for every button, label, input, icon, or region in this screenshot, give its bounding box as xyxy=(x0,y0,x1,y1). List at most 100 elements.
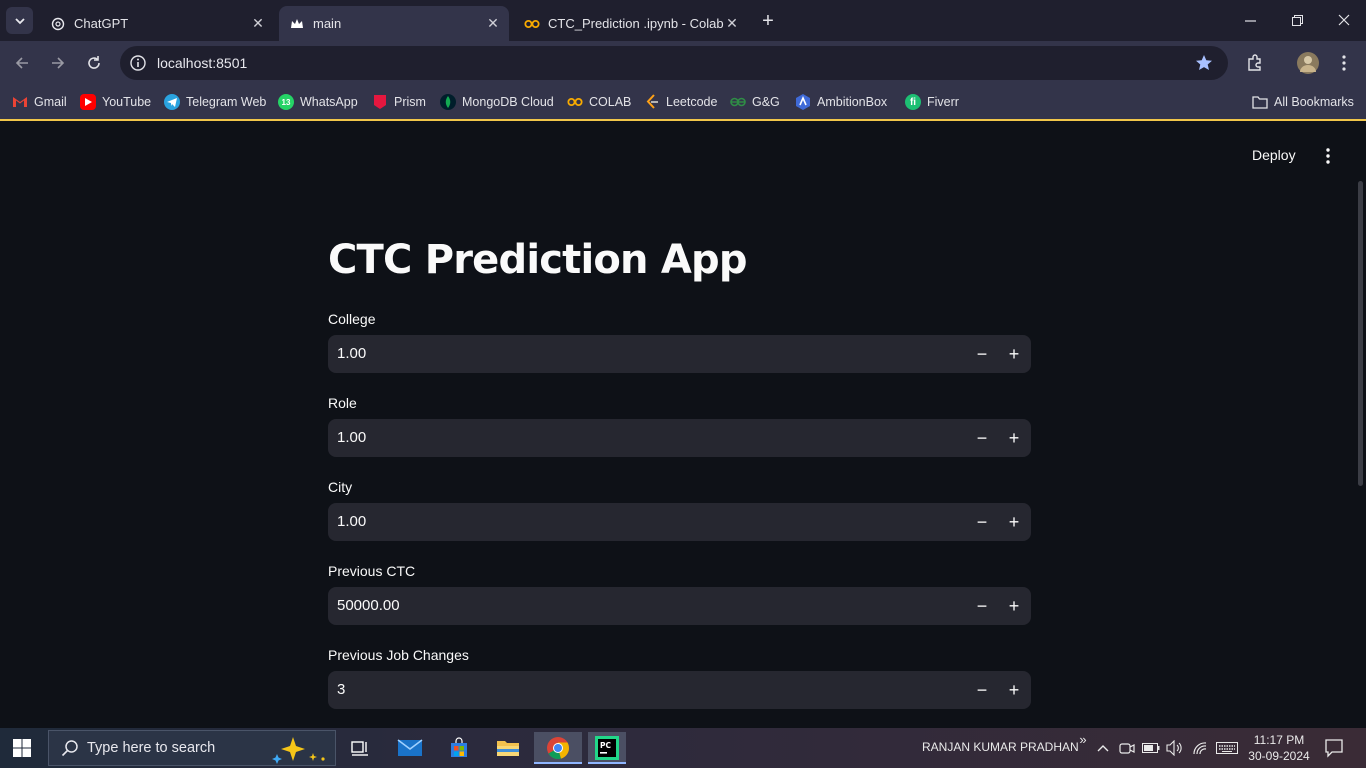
bookmark-telegram[interactable]: Telegram Web xyxy=(164,92,266,112)
gfg-icon xyxy=(730,94,746,110)
fiverr-icon: fi xyxy=(905,94,921,110)
bookmark-leetcode[interactable]: Leetcode xyxy=(644,92,717,112)
file-explorer-icon[interactable] xyxy=(491,732,525,764)
role-number-input[interactable]: 1.00 − + xyxy=(328,419,1031,457)
previous-job-changes-number-input[interactable]: 3 − + xyxy=(328,671,1031,709)
all-bookmarks-button[interactable]: All Bookmarks xyxy=(1252,92,1354,112)
previous-ctc-decrement-button[interactable]: − xyxy=(970,594,994,618)
tab-title: CTC_Prediction .ipynb - Colab xyxy=(548,16,724,31)
college-number-input[interactable]: 1.00 − + xyxy=(328,335,1031,373)
tab-colab[interactable]: CTC_Prediction .ipynb - Colab ✕ xyxy=(514,6,748,41)
restore-window-icon[interactable] xyxy=(1283,8,1311,32)
site-info-icon[interactable] xyxy=(129,54,147,72)
network-wifi-icon[interactable] xyxy=(1191,739,1209,757)
search-icon xyxy=(61,739,79,757)
clock-time: 11:17 PM xyxy=(1253,733,1305,747)
extensions-puzzle-icon[interactable] xyxy=(1244,52,1266,74)
city-decrement-button[interactable]: − xyxy=(970,510,994,534)
bookmarks-bar: Gmail YouTube Telegram Web 13 WhatsApp P… xyxy=(0,85,1366,121)
bookmark-star-icon[interactable] xyxy=(1194,53,1214,73)
minimize-window-icon[interactable] xyxy=(1236,8,1264,32)
youtube-icon xyxy=(80,94,96,110)
city-number-input[interactable]: 1.00 − + xyxy=(328,503,1031,541)
show-hidden-icons-chevron-up-icon[interactable] xyxy=(1094,739,1112,757)
url-text[interactable]: localhost:8501 xyxy=(157,55,247,71)
previous-job-changes-value[interactable]: 3 xyxy=(337,681,345,698)
prism-icon xyxy=(372,94,388,110)
notification-center-icon[interactable] xyxy=(1324,738,1344,758)
chrome-taskbar-icon[interactable] xyxy=(534,732,582,764)
app-menu-icon[interactable] xyxy=(1318,145,1338,167)
close-tab-icon[interactable]: ✕ xyxy=(724,15,740,31)
user-name-label: RANJAN KUMAR PRADHAN xyxy=(922,740,1079,754)
task-view-icon[interactable] xyxy=(343,732,377,764)
tab-search-button[interactable] xyxy=(6,7,33,34)
overflow-chevron-label[interactable]: » xyxy=(1074,730,1092,748)
close-tab-icon[interactable]: ✕ xyxy=(250,15,266,31)
page-title: CTC Prediction App xyxy=(328,237,747,283)
city-label: City xyxy=(328,479,353,495)
browser-tab-strip: ChatGPT ✕ main ✕ CTC_Prediction .ipynb -… xyxy=(0,0,1366,41)
reload-icon[interactable] xyxy=(82,51,106,75)
telegram-icon xyxy=(164,94,180,110)
previous-ctc-value[interactable]: 50000.00 xyxy=(337,597,400,614)
search-placeholder: Type here to search xyxy=(87,740,216,756)
bookmark-whatsapp[interactable]: 13 WhatsApp xyxy=(278,92,358,112)
close-window-icon[interactable] xyxy=(1330,8,1358,32)
chatgpt-icon xyxy=(50,16,66,32)
tab-chatgpt[interactable]: ChatGPT ✕ xyxy=(40,6,274,41)
taskbar-search-box[interactable]: Type here to search xyxy=(48,730,336,766)
profile-avatar[interactable] xyxy=(1297,52,1319,74)
role-increment-button[interactable]: + xyxy=(1002,426,1026,450)
mail-icon[interactable] xyxy=(393,732,427,764)
volume-icon[interactable] xyxy=(1166,739,1184,757)
college-label: College xyxy=(328,311,376,327)
mongodb-icon xyxy=(440,94,456,110)
role-label: Role xyxy=(328,395,357,411)
system-clock[interactable]: 11:17 PM 30-09-2024 xyxy=(1246,732,1312,764)
college-decrement-button[interactable]: − xyxy=(970,342,994,366)
tab-main[interactable]: main ✕ xyxy=(279,6,509,41)
role-value[interactable]: 1.00 xyxy=(337,429,366,446)
copilot-sparkle-icon xyxy=(269,734,327,764)
previous-job-changes-increment-button[interactable]: + xyxy=(1002,678,1026,702)
leetcode-icon xyxy=(644,94,660,110)
keyboard-layout-icon[interactable] xyxy=(1215,739,1239,757)
bookmark-youtube[interactable]: YouTube xyxy=(80,92,151,112)
bookmark-colab[interactable]: COLAB xyxy=(567,92,631,112)
microsoft-store-icon[interactable] xyxy=(442,732,476,764)
meet-now-icon[interactable] xyxy=(1118,739,1136,757)
tab-title: main xyxy=(313,16,342,31)
city-value[interactable]: 1.00 xyxy=(337,513,366,530)
forward-arrow-icon[interactable] xyxy=(46,51,70,75)
page-scrollbar[interactable] xyxy=(1358,181,1363,486)
deploy-button[interactable]: Deploy xyxy=(1252,147,1296,163)
bookmark-fiverr[interactable]: fi Fiverr xyxy=(905,92,959,112)
role-decrement-button[interactable]: − xyxy=(970,426,994,450)
back-arrow-icon[interactable] xyxy=(10,51,34,75)
college-value[interactable]: 1.00 xyxy=(337,345,366,362)
svg-text:PC: PC xyxy=(600,741,611,750)
close-tab-icon[interactable]: ✕ xyxy=(485,15,501,31)
bookmark-gmail[interactable]: Gmail xyxy=(12,92,67,112)
new-tab-button[interactable]: + xyxy=(757,10,779,32)
college-increment-button[interactable]: + xyxy=(1002,342,1026,366)
windows-start-icon[interactable] xyxy=(12,738,34,760)
previous-ctc-increment-button[interactable]: + xyxy=(1002,594,1026,618)
battery-icon[interactable] xyxy=(1142,739,1160,757)
bookmark-prism[interactable]: Prism xyxy=(372,92,426,112)
address-bar[interactable]: localhost:8501 xyxy=(120,46,1228,80)
city-increment-button[interactable]: + xyxy=(1002,510,1026,534)
chevron-down-icon xyxy=(14,17,25,24)
colab-icon xyxy=(567,94,583,110)
pycharm-taskbar-icon[interactable]: PC xyxy=(588,732,626,764)
streamlit-app: Deploy CTC Prediction App College 1.00 −… xyxy=(0,123,1366,728)
bookmark-mongodb[interactable]: MongoDB Cloud xyxy=(440,92,554,112)
bookmark-gfg[interactable]: G&G xyxy=(730,92,780,112)
previous-job-changes-decrement-button[interactable]: − xyxy=(970,678,994,702)
browser-toolbar: localhost:8501 xyxy=(0,41,1366,85)
bookmark-ambitionbox[interactable]: AmbitionBox xyxy=(795,92,887,112)
browser-menu-icon[interactable] xyxy=(1333,52,1355,74)
previous-ctc-number-input[interactable]: 50000.00 − + xyxy=(328,587,1031,625)
colab-icon xyxy=(524,16,540,32)
